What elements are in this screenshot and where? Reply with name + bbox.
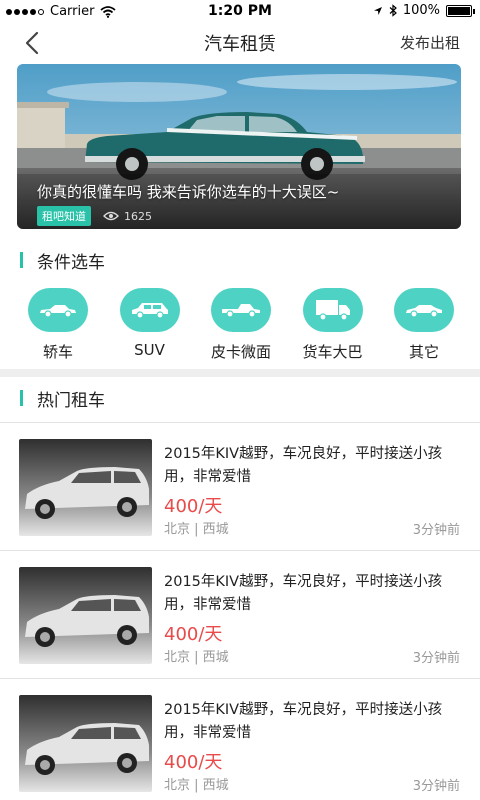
car-photo	[19, 695, 152, 792]
category-icon-wrap	[119, 288, 180, 332]
category-pickup[interactable]: 皮卡微面	[209, 288, 273, 362]
sedan-icon	[40, 305, 76, 318]
category-icon-wrap	[28, 288, 88, 332]
list-item[interactable]: 2015年KIV越野，车况良好，平时接送小孩用，非常爱惜 400/天 北京 | …	[0, 678, 480, 800]
truck-icon	[315, 300, 350, 321]
listing-title: 2015年KIV越野，车况良好，平时接送小孩用，非常爱惜	[164, 574, 443, 613]
car-photo	[19, 567, 152, 664]
rental-list: 2015年KIV越野，车况良好，平时接送小孩用，非常爱惜 400/天 北京 | …	[0, 422, 480, 800]
listing-location: 北京 | 西城	[164, 650, 229, 665]
category-icon-wrap	[394, 288, 454, 332]
category-truck[interactable]: 货车大巴	[301, 288, 365, 362]
status-bar: Carrier 1:20 PM 100%	[0, 0, 480, 24]
view-count: 1625	[124, 209, 152, 223]
pickup-icon	[222, 304, 260, 318]
category-sedan[interactable]: 轿车	[26, 288, 90, 362]
hot-section-header: 热门租车	[0, 383, 480, 413]
listing-title: 2015年KIV越野，车况良好，平时接送小孩用，非常爱惜	[164, 446, 443, 485]
listing-time: 3分钟前	[412, 779, 460, 794]
battery-percent: 100%	[402, 3, 440, 18]
listing-time: 3分钟前	[412, 651, 460, 666]
section-divider	[0, 369, 480, 377]
banner[interactable]: 你真的很懂车吗 我来告诉你选车的十大误区~ 租吧知道 1625	[17, 64, 461, 229]
banner-tag: 租吧知道	[37, 206, 91, 226]
section-marker	[20, 390, 23, 406]
location-arrow-icon	[373, 6, 382, 15]
category-other[interactable]: 其它	[392, 288, 456, 362]
car-thumbnail	[19, 439, 152, 536]
category-list: 轿车 SUV 皮卡微面 货车大巴 其它	[0, 288, 480, 362]
banner-caption: 你真的很懂车吗 我来告诉你选车的十大误区~	[37, 183, 340, 201]
other-car-icon	[406, 305, 442, 318]
category-icon-wrap	[211, 288, 271, 332]
listing-price: 400/天	[164, 752, 223, 773]
filter-section-header: 条件选车	[0, 245, 480, 275]
eye-icon	[103, 211, 119, 221]
section-title: 热门租车	[37, 390, 105, 411]
banner-image	[17, 64, 461, 229]
list-item[interactable]: 2015年KIV越野，车况良好，平时接送小孩用，非常爱惜 400/天 北京 | …	[0, 422, 480, 550]
category-label: 皮卡微面	[210, 343, 271, 361]
banner-views: 1625	[103, 210, 152, 223]
car-thumbnail	[19, 695, 152, 792]
bluetooth-icon	[389, 4, 397, 17]
category-suv[interactable]: SUV	[118, 288, 182, 362]
section-title: 条件选车	[37, 252, 105, 273]
suv-icon	[131, 303, 168, 319]
category-label: SUV	[134, 341, 165, 359]
listing-time: 3分钟前	[412, 523, 460, 538]
category-icon-wrap	[302, 288, 363, 332]
listing-location: 北京 | 西城	[164, 778, 229, 793]
category-label: 货车大巴	[302, 343, 363, 361]
car-photo	[19, 439, 152, 536]
list-item[interactable]: 2015年KIV越野，车况良好，平时接送小孩用，非常爱惜 400/天 北京 | …	[0, 550, 480, 678]
category-label: 其它	[408, 343, 439, 361]
car-thumbnail	[19, 567, 152, 664]
listing-price: 400/天	[164, 624, 223, 645]
listing-location: 北京 | 西城	[164, 522, 229, 537]
battery-icon	[446, 4, 475, 17]
category-label: 轿车	[42, 343, 73, 361]
listing-price: 400/天	[164, 496, 223, 517]
section-marker	[20, 252, 23, 268]
banner-meta: 租吧知道 1625	[37, 206, 152, 226]
listing-title: 2015年KIV越野，车况良好，平时接送小孩用，非常爱惜	[164, 702, 443, 741]
nav-bar: 汽车租赁 发布出租	[0, 24, 480, 62]
publish-rental-button[interactable]: 发布出租	[400, 32, 460, 53]
